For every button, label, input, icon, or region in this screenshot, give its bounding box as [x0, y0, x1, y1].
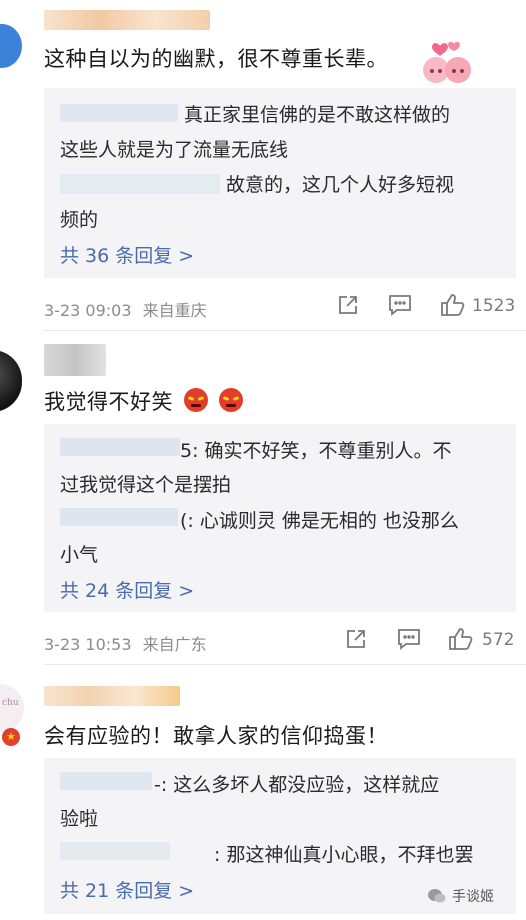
reply-username-redacted[interactable] [60, 842, 170, 860]
share-icon[interactable] [336, 293, 360, 321]
comment-text: 这种自以为的幽默，很不尊重长辈。 [44, 47, 388, 71]
reply-username-redacted[interactable] [60, 438, 180, 456]
comment-icon[interactable] [388, 294, 412, 320]
timestamp: 3-23 10:53 [44, 635, 132, 654]
reply-text: 验啦 [60, 808, 99, 830]
reply-username-redacted[interactable] [60, 772, 152, 790]
reply-username-redacted[interactable] [60, 508, 178, 526]
like-count: 572 [482, 630, 515, 650]
avatar[interactable]: chu [0, 684, 24, 732]
username-redacted[interactable] [44, 10, 210, 30]
reply-text: 过我觉得这个是摆拍 [60, 474, 232, 496]
more-replies-link[interactable]: 共 36 条回复 > [60, 241, 194, 268]
reply-username-redacted[interactable] [60, 104, 178, 122]
watermark: 手谈姬 [428, 886, 494, 906]
reply-text: 频的 [60, 209, 99, 231]
location: 来自广东 [142, 635, 207, 654]
couple-sticker-icon [420, 40, 476, 86]
location: 来自重庆 [142, 301, 207, 320]
like-icon[interactable] [448, 627, 474, 655]
reply-text: 小气 [60, 544, 99, 566]
reply-username-redacted[interactable] [60, 174, 220, 194]
angry-face-icon [219, 388, 244, 412]
reply-box[interactable]: 5: 确实不好笑，不尊重别人。不 过我觉得这个是摆拍 (: 心诚则灵 佛是无相的… [44, 424, 516, 612]
like-icon[interactable] [440, 293, 466, 321]
reply-text: (: 心诚则灵 佛是无相的 也没那么 [180, 510, 459, 532]
more-replies-link[interactable]: 共 21 条回复 > [60, 876, 194, 903]
wechat-icon [428, 888, 446, 904]
comment-meta: 3-23 09:03 来自重庆 [44, 297, 207, 321]
share-icon[interactable] [344, 627, 368, 655]
reply-text: : 那这神仙真小心眼，不拜也罢 [214, 844, 474, 866]
comment-icon[interactable] [397, 628, 421, 654]
avatar[interactable] [0, 24, 22, 68]
more-replies-link[interactable]: 共 24 条回复 > [60, 576, 194, 603]
reply-text: 5: 确实不好笑，不尊重别人。不 [180, 440, 452, 462]
comment-meta: 3-23 10:53 来自广东 [44, 631, 207, 655]
vip-badge-icon: ★ [2, 728, 20, 746]
timestamp: 3-23 09:03 [44, 301, 132, 320]
reply-text: 真正家里信佛的是不敢这样做的 [184, 104, 451, 126]
username-redacted[interactable] [44, 686, 180, 706]
reply-text: -: 这么多坏人都没应验，这样就应 [154, 774, 440, 796]
comment-text: 会有应验的！敢拿人家的信仰捣蛋！ [44, 724, 388, 748]
comment-text: 我觉得不好笑 [44, 386, 244, 416]
reply-text: 故意的，这几个人好多短视 [226, 174, 455, 196]
angry-face-icon [184, 388, 209, 412]
avatar[interactable] [0, 350, 22, 412]
reply-box[interactable]: 真正家里信佛的是不敢这样做的 这些人就是为了流量无底线 故意的，这几个人好多短视… [44, 88, 516, 278]
reply-text: 这些人就是为了流量无底线 [60, 139, 289, 161]
divider [44, 664, 526, 665]
divider [44, 330, 526, 331]
like-count: 1523 [472, 296, 516, 316]
username-redacted[interactable] [44, 344, 106, 376]
